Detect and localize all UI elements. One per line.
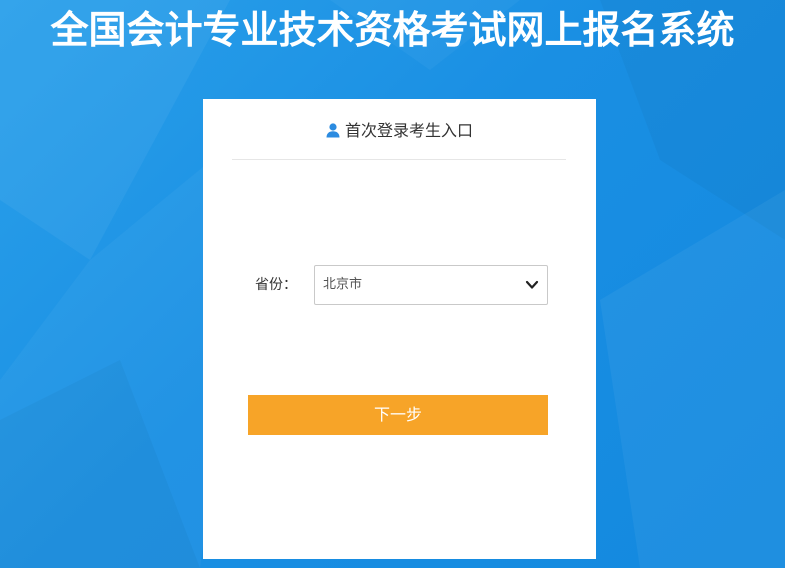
next-step-button[interactable]: 下一步 [248, 395, 548, 435]
page-title: 全国会计专业技术资格考试网上报名系统 [50, 8, 735, 52]
province-row: 省份： 北京市 [203, 265, 596, 305]
user-icon [326, 123, 340, 138]
login-card: 首次登录考生入口 省份： 北京市 下一步 [203, 99, 596, 559]
card-header-title: 首次登录考生入口 [344, 121, 473, 140]
province-label: 省份： [255, 277, 297, 293]
chevron-down-icon [525, 280, 539, 289]
province-selected-value: 北京市 [323, 277, 363, 292]
province-select[interactable]: 北京市 [314, 265, 548, 305]
card-header: 首次登录考生入口 [232, 99, 566, 160]
